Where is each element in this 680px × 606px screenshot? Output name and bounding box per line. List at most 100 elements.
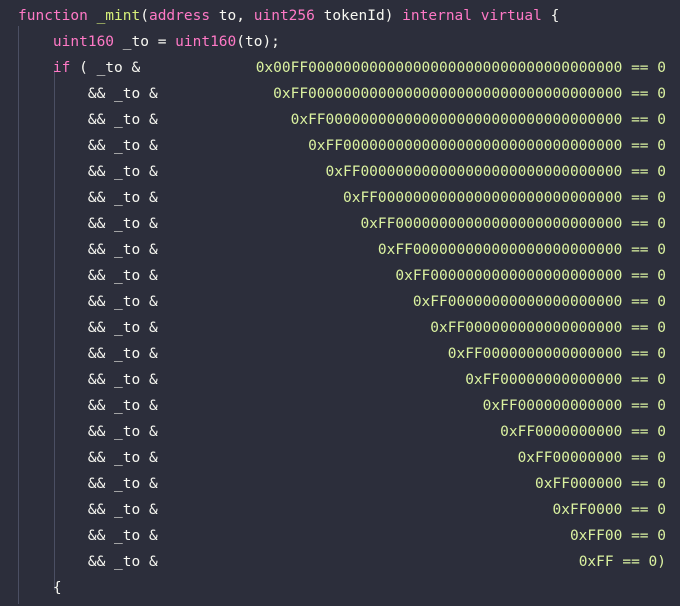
and-operator-lead: && _to & — [87, 554, 167, 570]
and-clause-left: && _to & — [18, 419, 166, 445]
and-clause-right: 0xFF0000000000000000000000000000000000 =… — [291, 107, 666, 133]
comparison-expression: == 0 — [622, 476, 666, 492]
open-brace: { — [541, 8, 560, 24]
code-line-and-condition[interactable]: && _to & 0xFF000000000000000000000000 ==… — [0, 237, 680, 263]
and-operator-lead: && _to & — [87, 86, 167, 102]
code-line-if-condition[interactable]: if ( _to & 0x00FF00000000000000000000000… — [0, 55, 680, 81]
comparison-expression: == 0 — [622, 398, 666, 414]
comparison-expression: == 0 — [622, 372, 666, 388]
modifier-virtual: virtual — [480, 8, 542, 24]
and-clause-left: && _to & — [18, 211, 166, 237]
and-clause-left: && _to & — [18, 315, 166, 341]
param-type-uint256: uint256 — [253, 8, 315, 24]
code-line-and-condition[interactable]: && _to & 0xFF0000000000000000 == 0 — [0, 341, 680, 367]
and-condition-lines: && _to & 0xFF000000000000000000000000000… — [0, 81, 680, 575]
and-clause-left: && _to & — [18, 367, 166, 393]
and-clause-right: 0xFF00000000 == 0 — [518, 445, 666, 471]
code-line-function-signature[interactable]: function _mint(address to, uint256 token… — [0, 3, 680, 29]
hex-mask-value: 0xFF0000000000000000000000 — [395, 268, 623, 284]
and-clause-right: 0xFF0000000000000000000000000000 == 0 — [343, 185, 666, 211]
code-line-and-condition[interactable]: && _to & 0xFF00 == 0 — [0, 523, 680, 549]
comparison-expression: == 0 — [622, 138, 666, 154]
and-clause-left: && _to & — [18, 133, 166, 159]
and-clause-right: 0xFF0000000000000000 == 0 — [448, 341, 666, 367]
comparison-expression: == 0 — [622, 320, 666, 336]
and-operator-lead: && _to & — [87, 528, 167, 544]
code-line-and-condition[interactable]: && _to & 0xFF000000000000000000000000000… — [0, 107, 680, 133]
param-type-address: address — [148, 8, 211, 24]
comparison-expression: == 0 — [622, 190, 666, 206]
code-line-revert[interactable]: revert('ERC721: mint to zero address'); — [0, 601, 680, 606]
comparison-expression: == 0 — [622, 268, 666, 284]
comparison-expression: == 0 — [622, 346, 666, 362]
if-clause-right: 0x00FF0000000000000000000000000000000000… — [256, 55, 666, 81]
code-line-and-condition[interactable]: && _to & 0xFF000000000000000000000000000… — [0, 133, 680, 159]
hex-mask-value: 0xFF0000000000000000000000000000 — [342, 190, 623, 206]
and-operator-lead: && _to & — [87, 242, 167, 258]
and-clause-right: 0xFF000000000000000000000000 == 0 — [378, 237, 666, 263]
hex-mask-value: 0xFF00000000000000000000000000 — [360, 216, 623, 232]
and-clause-left: && _to & — [18, 237, 166, 263]
code-line-and-condition[interactable]: && _to & 0xFF000000 == 0 — [0, 471, 680, 497]
and-clause-left: && _to & — [18, 263, 166, 289]
and-clause-right: 0xFF00000000000000 == 0 — [465, 367, 666, 393]
and-clause-left: && _to & — [18, 497, 166, 523]
code-line-and-condition[interactable]: && _to & 0xFF0000000000 == 0 — [0, 419, 680, 445]
and-clause-left: && _to & — [18, 289, 166, 315]
and-operator-lead: && _to & — [87, 320, 167, 336]
code-line-assignment[interactable]: uint160 _to = uint160(to); — [0, 29, 680, 55]
code-line-and-condition[interactable]: && _to & 0xFF00000000000000 == 0 — [0, 367, 680, 393]
code-content: function _mint(address to, uint256 token… — [0, 3, 680, 606]
cast-uint160: uint160 — [175, 34, 237, 50]
code-line-and-condition[interactable]: && _to & 0xFF == 0) — [0, 549, 680, 575]
equals-operator: = — [157, 34, 176, 50]
modifier-internal: internal — [402, 8, 473, 24]
hex-mask-value: 0xFF000000000000000000000000000000000000 — [273, 86, 623, 102]
comparison-expression: == 0 — [622, 502, 666, 518]
comparison-expression: == 0 — [622, 450, 666, 466]
code-line-and-condition[interactable]: && _to & 0xFF00000000000000000000000000 … — [0, 211, 680, 237]
param-comma: , — [236, 8, 254, 24]
and-clause-left: && _to & — [18, 471, 166, 497]
hex-mask-value: 0xFF0000000000 — [500, 424, 623, 440]
type-uint160: uint160 — [52, 34, 115, 50]
hex-mask-value: 0xFF000000000000000000 — [430, 320, 623, 336]
code-line-and-condition[interactable]: && _to & 0xFF000000000000000000 == 0 — [0, 315, 680, 341]
hex-mask-value: 0xFF0000000000000000000000000000000000 — [290, 112, 623, 128]
comparison-expression: == 0 — [622, 112, 666, 128]
code-line-and-condition[interactable]: && _to & 0xFF0000 == 0 — [0, 497, 680, 523]
code-line-open-block[interactable]: { — [0, 575, 680, 601]
close-paren: ) — [384, 8, 403, 24]
and-clause-right: 0xFF == 0) — [579, 549, 666, 575]
and-operator-lead: && _to & — [87, 216, 167, 232]
and-clause-right: 0xFF00000000000000000000000000000000 == … — [308, 133, 666, 159]
hex-mask-value: 0xFF00 — [569, 528, 623, 544]
hex-mask-value: 0xFF000000000000000000000000000000 — [325, 164, 623, 180]
and-clause-right: 0xFF0000 == 0 — [553, 497, 667, 523]
and-clause-right: 0xFF0000000000000000000000 == 0 — [395, 263, 666, 289]
comparison-expression: == 0 — [622, 294, 666, 310]
block-open-brace: { — [52, 580, 62, 596]
and-operator-lead: && _to & — [87, 346, 167, 362]
and-clause-right: 0xFF0000000000 == 0 — [500, 419, 666, 445]
comparison-expression: == 0) — [613, 554, 666, 570]
comparison-expression: == 0 — [622, 528, 666, 544]
code-line-and-condition[interactable]: && _to & 0xFF000000000000000000000000000… — [0, 81, 680, 107]
hex-mask-value: 0xFF00000000000000 — [465, 372, 623, 388]
code-line-and-condition[interactable]: && _to & 0xFF0000000000000000000000 == 0 — [0, 263, 680, 289]
code-line-and-condition[interactable]: && _to & 0xFF00000000000000000000 == 0 — [0, 289, 680, 315]
open-paren: ( — [140, 8, 149, 24]
param-name-tokenid: tokenId — [314, 8, 385, 24]
and-clause-left: && _to & — [18, 81, 166, 107]
comparison-expression: == 0 — [622, 424, 666, 440]
code-line-and-condition[interactable]: && _to & 0xFF000000000000000000000000000… — [0, 185, 680, 211]
comparison-expression: == 0 — [622, 242, 666, 258]
cast-argument: (to); — [236, 34, 280, 50]
comparison-expression: == 0 — [622, 60, 666, 76]
and-operator-lead: && _to & — [87, 138, 167, 154]
code-line-and-condition[interactable]: && _to & 0xFF00000000 == 0 — [0, 445, 680, 471]
and-operator-lead: && _to & — [87, 372, 167, 388]
variable-to: _to — [114, 34, 158, 50]
code-line-and-condition[interactable]: && _to & 0xFF000000000000 == 0 — [0, 393, 680, 419]
code-line-and-condition[interactable]: && _to & 0xFF000000000000000000000000000… — [0, 159, 680, 185]
